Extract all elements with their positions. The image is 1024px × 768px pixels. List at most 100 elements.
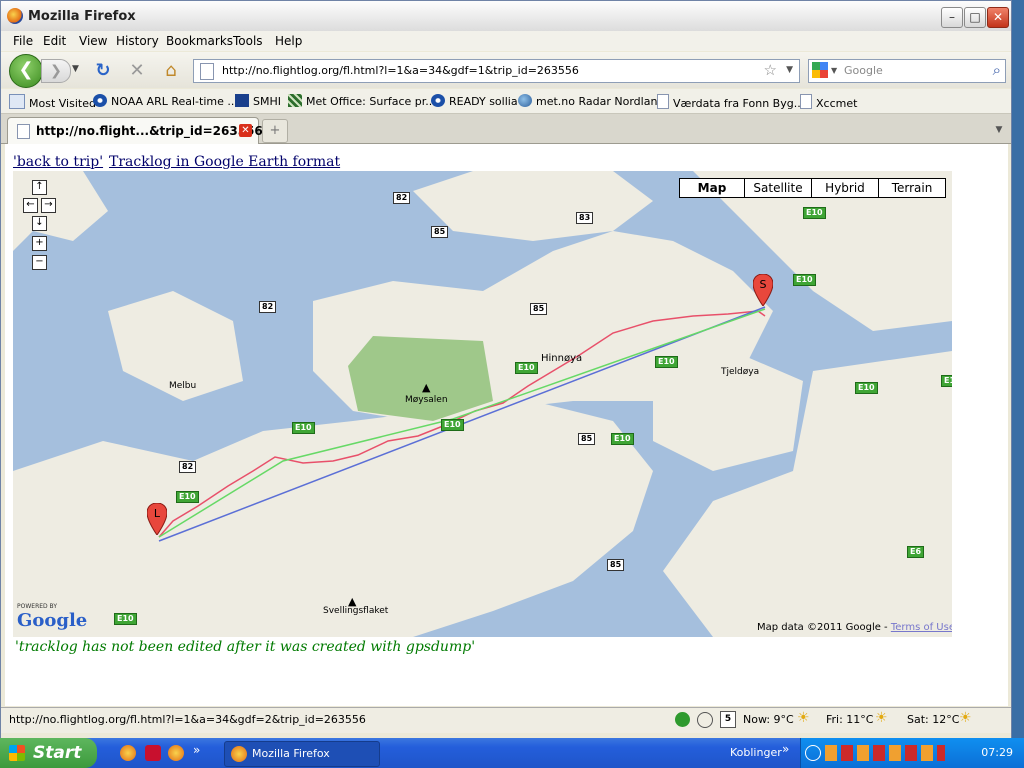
firefox-icon	[231, 746, 247, 762]
page-icon	[800, 94, 812, 109]
partly-cloudy-icon: ☀	[875, 710, 888, 726]
pan-up-icon[interactable]: ↑	[32, 180, 47, 195]
tab-list-icon[interactable]: ▼	[991, 120, 1007, 140]
road-label-e10: E10	[611, 433, 634, 445]
folder-icon	[9, 94, 25, 109]
firefox-quicklaunch-icon[interactable]	[168, 745, 184, 761]
road-label-82: 82	[393, 192, 411, 204]
url-bar[interactable]: http://no.flightlog.org/fl.html?l=1&a=34…	[193, 59, 800, 83]
place-hinnoya: Hinnøya	[541, 353, 583, 364]
tab-flightlog[interactable]: http://no.flight...&trip_id=263556 ✕	[7, 117, 263, 144]
start-marker-label: S	[760, 278, 767, 291]
maximize-button[interactable]: □	[964, 7, 986, 28]
menu-tools[interactable]: Tools	[233, 34, 263, 48]
place-tjeldoya: Tjeldøya	[721, 367, 760, 377]
map-type-map-button[interactable]: Map	[680, 179, 744, 197]
map-type-satellite-button[interactable]: Satellite	[744, 179, 811, 197]
clock-icon[interactable]	[697, 712, 713, 728]
menu-history[interactable]: History	[116, 34, 159, 48]
bookmark-met-office[interactable]: Met Office: Surface pr...	[288, 94, 436, 108]
engine-dropdown-icon[interactable]: ▼	[831, 66, 837, 75]
pan-left-icon[interactable]: ←	[23, 198, 38, 213]
bookmark-met-no[interactable]: met.no Radar Nordland	[518, 94, 664, 108]
url-text[interactable]: http://no.flightlog.org/fl.html?l=1&a=34…	[222, 64, 579, 77]
bookmark-vaerdata[interactable]: Værdata fra Fonn Byg...	[657, 94, 804, 110]
taskbar-firefox-button[interactable]: Mozilla Firefox	[224, 741, 380, 767]
links-more-icon[interactable]: »	[782, 742, 789, 756]
menu-view[interactable]: View	[79, 34, 107, 48]
place-melbu: Melbu	[169, 381, 197, 391]
road-label-e10: E10	[803, 207, 826, 219]
reload-icon[interactable]: ↻	[92, 60, 114, 82]
firefox-icon	[7, 8, 23, 24]
new-tab-button[interactable]: +	[262, 119, 288, 143]
road-label-85: 85	[578, 433, 596, 445]
status-url: http://no.flightlog.org/fl.html?l=1&a=34…	[9, 713, 366, 726]
bookmark-star-icon[interactable]: ☆	[764, 61, 777, 79]
firefox-window: Mozilla Firefox – □ ✕ File Edit View His…	[0, 0, 1012, 740]
quicklaunch-more-icon[interactable]: »	[193, 743, 200, 757]
navigation-toolbar: ❮ ❯ ▼ ↻ ✕ ⌂ http://no.flightlog.org/fl.h…	[1, 52, 1011, 88]
home-icon[interactable]: ⌂	[160, 60, 182, 82]
firefox-quicklaunch-icon[interactable]	[120, 745, 136, 761]
bookmark-smhi[interactable]: SMHI	[235, 94, 281, 108]
map-type-hybrid-button[interactable]: Hybrid	[811, 179, 878, 197]
page-icon	[17, 124, 30, 139]
zoom-in-icon[interactable]: +	[32, 236, 47, 251]
bookmark-xccmet[interactable]: Xccmet	[800, 94, 857, 110]
map-canvas	[13, 171, 952, 637]
zoom-out-icon[interactable]: −	[32, 255, 47, 270]
close-button[interactable]: ✕	[987, 7, 1009, 28]
start-button[interactable]: Start	[0, 738, 97, 768]
road-label-e10: E10	[441, 419, 464, 431]
tab-close-icon[interactable]: ✕	[239, 124, 252, 137]
map-type-control: Map Satellite Hybrid Terrain	[679, 178, 946, 198]
partly-cloudy-icon: ☀	[959, 710, 972, 726]
back-to-trip-link[interactable]: 'back to trip'	[13, 154, 103, 170]
google-map[interactable]: Hinnøya Møysalen Melbu Tjeldøya Svelling…	[13, 171, 952, 637]
tab-title: http://no.flight...&trip_id=263556	[36, 124, 263, 138]
menu-edit[interactable]: Edit	[43, 34, 66, 48]
search-icon[interactable]: ⌕	[993, 61, 1001, 79]
search-input[interactable]: Google	[844, 64, 883, 77]
links-toolbar-label[interactable]: Koblinger	[730, 746, 782, 759]
bookmark-ready[interactable]: READY sollia	[431, 94, 518, 108]
tray-icons[interactable]	[825, 745, 945, 761]
road-label-85: 85	[607, 559, 625, 571]
weather-now: Now: 9°C	[743, 713, 794, 726]
tray-expand-icon[interactable]	[805, 745, 821, 761]
url-dropdown-icon[interactable]: ▼	[786, 65, 793, 75]
landing-marker-icon[interactable]: L	[147, 503, 167, 535]
bookmark-most-visited[interactable]: Most Visited	[9, 94, 96, 110]
tracklog-note: 'tracklog has not been edited after it w…	[15, 639, 476, 655]
start-marker-icon[interactable]: S	[753, 274, 773, 306]
google-engine-icon[interactable]	[812, 62, 828, 78]
map-type-terrain-button[interactable]: Terrain	[878, 179, 945, 197]
status-indicator-icon[interactable]	[675, 712, 690, 727]
road-label-e10: E10	[855, 382, 878, 394]
road-label-82: 82	[259, 301, 277, 313]
pan-right-icon[interactable]: →	[41, 198, 56, 213]
search-bar[interactable]: ▼ Google ⌕	[808, 59, 1006, 83]
system-tray: 07:29	[800, 738, 1024, 768]
calendar-icon[interactable]: 5	[720, 711, 736, 728]
terms-of-use-link[interactable]: Terms of Use	[891, 622, 952, 633]
taskbar-clock: 07:29	[981, 746, 1013, 759]
history-dropdown-icon[interactable]: ▼	[72, 64, 79, 74]
pan-down-icon[interactable]: ↓	[32, 216, 47, 231]
stop-icon[interactable]: ✕	[126, 60, 148, 82]
back-button[interactable]: ❮	[9, 54, 43, 88]
menu-help[interactable]: Help	[275, 34, 302, 48]
forward-button[interactable]: ❯	[41, 59, 71, 83]
windows-logo-icon	[9, 745, 25, 761]
tracklog-google-earth-link[interactable]: Tracklog in Google Earth format	[109, 154, 340, 170]
bookmark-noaa[interactable]: NOAA ARL Real-time ...	[93, 94, 238, 108]
map-attribution: Map data ©2011 Google - Terms of Use	[757, 622, 952, 633]
page-content: 'back to trip' Tracklog in Google Earth …	[5, 144, 1008, 706]
menu-file[interactable]: File	[13, 34, 33, 48]
app-quicklaunch-icon[interactable]	[145, 745, 161, 761]
road-label-e10: E10	[655, 356, 678, 368]
minimize-button[interactable]: –	[941, 7, 963, 28]
start-label: Start	[33, 743, 82, 763]
menu-bookmarks[interactable]: Bookmarks	[166, 34, 233, 48]
